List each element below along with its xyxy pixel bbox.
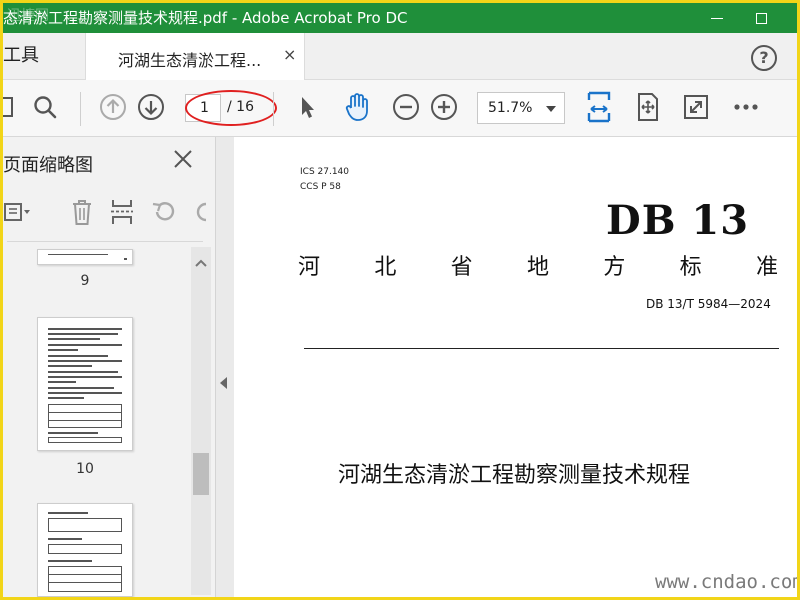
app-window: 态清淤工程勘察测量技术规程.pdf - Adobe Acrobat Pro DC… (3, 3, 797, 597)
standard-logo: DB 13 (606, 197, 750, 244)
search-icon[interactable] (29, 91, 61, 123)
hand-tool-icon[interactable] (341, 91, 373, 123)
document-page: ICS 27.140 CCS P 58 DB 13 河 北 省 地 方 标 准 … (234, 137, 797, 597)
thumb-text-line (48, 333, 118, 335)
insert-page-icon[interactable] (107, 197, 137, 227)
toolbar-divider (273, 92, 274, 126)
thumb-text-line (48, 344, 122, 346)
more-icon[interactable] (730, 91, 762, 123)
fullscreen-icon[interactable] (680, 91, 712, 123)
thumbnail-page-10[interactable] (37, 317, 133, 451)
toolbar-divider (80, 92, 81, 126)
title-char: 方 (603, 255, 626, 280)
scrollbar-thumb[interactable] (193, 453, 209, 495)
thumb-table (48, 544, 122, 554)
thumb-text-line (48, 254, 108, 255)
fit-page-icon[interactable] (632, 91, 664, 123)
thumbnails-panel: 页面缩略图 9 10 (3, 137, 216, 597)
thumb-text-line (48, 432, 98, 434)
thumbnail-label: 10 (76, 461, 94, 477)
save-icon[interactable] (3, 91, 19, 123)
title-bar: 态清淤工程勘察测量技术规程.pdf - Adobe Acrobat Pro DC… (3, 3, 797, 33)
redo-icon[interactable] (187, 197, 217, 227)
help-icon[interactable]: ? (751, 45, 777, 71)
standard-title: 河 北 省 地 方 标 准 (298, 249, 778, 281)
title-char: 准 (755, 255, 778, 280)
maximize-icon (755, 12, 767, 24)
thumb-text-line (48, 328, 122, 330)
select-arrow-icon[interactable] (291, 91, 323, 123)
thumbnail-page-9[interactable] (37, 249, 133, 265)
thumb-text-line (48, 538, 82, 540)
thumb-text-line (48, 376, 122, 378)
document-name: 河湖生态清淤工程勘察测量技术规程 (338, 463, 691, 488)
ics-code: ICS 27.140 (300, 167, 350, 177)
thumb-table (48, 437, 122, 443)
thumb-text-line (48, 360, 122, 362)
zoom-in-icon[interactable] (428, 91, 460, 123)
tab-bar: 工具 河湖生态清淤工程... × ? (3, 33, 797, 80)
thumbnail-label: 9 (80, 273, 90, 289)
thumb-text-line (48, 574, 122, 575)
thumb-text-line (48, 397, 84, 399)
maximize-button[interactable] (741, 3, 781, 33)
panel-collapse-strip (216, 137, 234, 597)
minimize-icon (711, 17, 723, 19)
thumb-table (48, 518, 122, 532)
toolbar: 1 / 16 51.7% (3, 80, 797, 137)
panel-title: 页面缩略图 (3, 155, 93, 176)
title-char: 省 (450, 255, 473, 280)
thumb-text-line (48, 560, 92, 562)
fit-width-icon[interactable] (583, 91, 615, 123)
thumb-text-line (48, 412, 122, 413)
thumb-table (48, 404, 122, 428)
window-title: 态清淤工程勘察测量技术规程.pdf - Adobe Acrobat Pro DC (3, 9, 408, 27)
chevron-down-icon (546, 106, 556, 112)
collapse-panel-icon[interactable] (220, 377, 227, 389)
title-char: 地 (526, 255, 549, 280)
watermark-top: 迅捷网 (7, 8, 49, 24)
tab-document-label: 河湖生态清淤工程... (118, 51, 262, 70)
title-char: 河 (298, 255, 321, 280)
thumbnails-scrollbar[interactable] (191, 247, 211, 595)
ccs-code: CCS P 58 (300, 182, 341, 192)
undo-icon[interactable] (149, 197, 179, 227)
thumb-text-line (48, 512, 88, 514)
page-up-icon[interactable] (97, 91, 129, 123)
thumb-text-line (48, 420, 122, 421)
panel-toolbar (3, 193, 207, 233)
watermark-bottom: www.cndao.com (655, 571, 797, 593)
scroll-up-icon[interactable] (195, 253, 207, 267)
close-panel-icon[interactable] (171, 147, 195, 171)
thumb-text-line (48, 392, 122, 394)
thumb-text-line (48, 381, 76, 383)
doc-codes: ICS 27.140 CCS P 58 (300, 165, 349, 195)
tab-document[interactable]: 河湖生态清淤工程... × (85, 33, 305, 80)
header-rule (304, 348, 779, 349)
minimize-button[interactable] (697, 3, 737, 33)
thumb-text-line (48, 349, 78, 351)
close-tab-icon[interactable]: × (283, 45, 296, 64)
thumb-text-line (48, 387, 114, 389)
thumb-text-line (48, 355, 108, 357)
thumb-text-line (48, 582, 122, 583)
page-down-icon[interactable] (135, 91, 167, 123)
thumbnail-page-11[interactable] (37, 503, 133, 597)
title-char: 标 (679, 255, 702, 280)
zoom-out-icon[interactable] (390, 91, 422, 123)
title-char: 北 (374, 255, 397, 280)
zoom-select[interactable]: 51.7% (477, 92, 565, 124)
panel-divider (7, 241, 203, 242)
highlight-circle (185, 90, 277, 126)
standard-code: DB 13/T 5984—2024 (646, 297, 771, 311)
zoom-value: 51.7% (488, 100, 533, 116)
thumb-text-line (124, 258, 127, 260)
thumb-table (48, 566, 122, 592)
tab-tools[interactable]: 工具 (3, 41, 39, 67)
thumb-text-line (48, 365, 92, 367)
thumb-text-line (48, 338, 100, 340)
options-icon[interactable] (3, 197, 33, 227)
thumb-text-line (48, 371, 118, 373)
trash-icon[interactable] (67, 197, 97, 227)
